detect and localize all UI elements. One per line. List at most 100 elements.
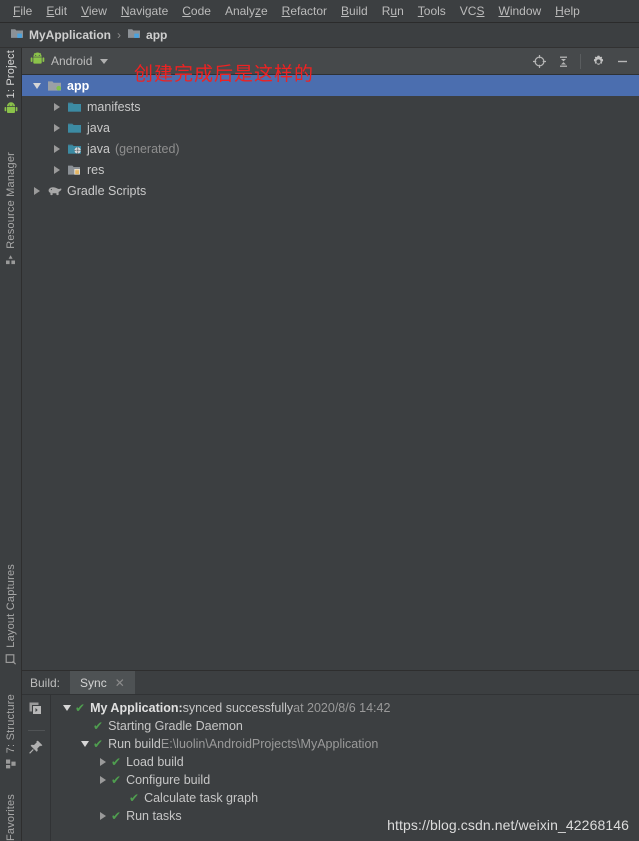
breadcrumb-module-label: app	[146, 28, 168, 42]
chevron-right-icon[interactable]	[48, 123, 66, 132]
build-tab-bar: Build: Sync ✕	[22, 671, 639, 695]
chevron-down-icon[interactable]	[77, 741, 93, 747]
build-row[interactable]: ✔ Load build	[51, 753, 639, 771]
menu-item-build[interactable]: Build	[334, 2, 375, 21]
sidebar-item-project-label: 1: Project	[5, 50, 17, 99]
generated-folder-icon	[66, 142, 83, 156]
tree-row-manifests[interactable]: manifests	[22, 96, 639, 117]
chevron-right-icon[interactable]	[95, 776, 111, 784]
project-tree: app manifests java java (generated) res Gradle…	[22, 75, 639, 201]
build-row[interactable]: ✔ Run build E:\luolin\AndroidProjects\MyA…	[51, 735, 639, 753]
locate-icon[interactable]	[528, 51, 550, 73]
build-row-detail: E:\luolin\AndroidProjects\MyApplication	[160, 737, 379, 751]
chevron-down-icon[interactable]	[100, 58, 109, 64]
sidebar-item-resource-manager[interactable]: Resource Manager	[0, 152, 22, 271]
build-panel-title: Build:	[30, 675, 61, 690]
success-check-icon: ✔	[93, 737, 104, 751]
menu-item-tools[interactable]: Tools	[411, 2, 453, 21]
build-gutter	[22, 695, 51, 841]
menu-item-file[interactable]: File	[6, 2, 39, 21]
project-tool-window: Android app manifests java java (generat…	[22, 48, 639, 670]
menu-item-refactor[interactable]: Refactor	[275, 2, 334, 21]
breadcrumb: MyApplication › app	[0, 23, 639, 48]
tab-sync-label: Sync	[80, 675, 107, 690]
hide-panel-icon[interactable]	[611, 51, 633, 73]
resource-manager-icon	[5, 253, 17, 271]
tree-row-gradle-scripts[interactable]: Gradle Scripts	[22, 180, 639, 201]
android-studio-window: File Edit View Navigate Code Analyze Refactor B…	[0, 0, 639, 841]
layout-captures-icon	[5, 652, 17, 670]
close-icon[interactable]: ✕	[115, 676, 125, 690]
build-row-text: Starting Gradle Daemon	[108, 719, 243, 733]
chevron-right-icon[interactable]	[95, 758, 111, 766]
tree-row-java[interactable]: java	[22, 117, 639, 138]
menu-item-analyze[interactable]: Analyze	[218, 2, 275, 21]
build-row-detail: at 2020/8/6 14:42	[293, 701, 391, 715]
gradle-elephant-icon	[46, 184, 63, 198]
collapse-all-icon[interactable]	[552, 51, 574, 73]
build-row[interactable]: ✔ My Application: synced successfully at …	[51, 699, 639, 717]
build-tool-window: Build: Sync ✕ ✔ My Application: synced s…	[22, 670, 639, 841]
settings-gear-icon[interactable]	[587, 51, 609, 73]
breadcrumb-project[interactable]: MyApplication	[10, 27, 111, 43]
menu-item-edit[interactable]: Edit	[39, 2, 74, 21]
menu-bar: File Edit View Navigate Code Analyze Refactor B…	[0, 0, 639, 23]
build-row[interactable]: ✔ Starting Gradle Daemon	[51, 717, 639, 735]
build-row[interactable]: ✔ Calculate task graph	[51, 789, 639, 807]
tree-row-res[interactable]: res	[22, 159, 639, 180]
menu-item-view[interactable]: View	[74, 2, 114, 21]
sidebar-item-resource-manager-label: Resource Manager	[5, 152, 17, 249]
project-view-selector-label[interactable]: Android	[51, 54, 92, 68]
android-robot-icon	[30, 52, 45, 71]
tree-row-suffix: (generated)	[114, 141, 180, 156]
chevron-right-icon[interactable]	[48, 144, 66, 153]
build-row-text: Run build	[108, 737, 161, 751]
tree-row-label: java	[87, 120, 110, 135]
pin-icon[interactable]	[28, 739, 44, 760]
gutter-divider	[27, 730, 45, 731]
build-row-text: Run tasks	[126, 809, 182, 823]
menu-item-vcs[interactable]: VCS	[453, 2, 492, 21]
success-check-icon: ✔	[75, 701, 86, 715]
menu-item-run[interactable]: Run	[375, 2, 411, 21]
module-folder-icon	[10, 27, 24, 43]
menu-item-navigate[interactable]: Navigate	[114, 2, 175, 21]
menu-item-code[interactable]: Code	[175, 2, 218, 21]
structure-icon	[5, 757, 17, 775]
left-tool-strip: 1: Project Resource Manager Layout Captu…	[0, 48, 22, 841]
sidebar-item-favorites[interactable]: 2: Favorites	[0, 794, 22, 841]
sidebar-item-project[interactable]: 1: Project	[0, 50, 22, 120]
sidebar-item-structure[interactable]: 7: Structure	[0, 694, 22, 775]
res-folder-icon	[66, 163, 83, 177]
tree-row-label: java	[87, 141, 110, 156]
tree-row-app[interactable]: app	[22, 75, 639, 96]
tree-row-label: app	[67, 78, 90, 93]
build-row-text: Load build	[126, 755, 184, 769]
menu-item-help[interactable]: Help	[548, 2, 587, 21]
android-robot-icon	[4, 102, 18, 120]
sidebar-item-layout-captures[interactable]: Layout Captures	[0, 564, 22, 670]
tree-row-java-generated[interactable]: java (generated)	[22, 138, 639, 159]
watermark-url: https://blog.csdn.net/weixin_42268146	[387, 817, 629, 833]
chevron-down-icon[interactable]	[28, 82, 46, 89]
breadcrumb-module[interactable]: app	[127, 27, 167, 43]
chevron-down-icon[interactable]	[59, 705, 75, 711]
chevron-right-icon[interactable]	[28, 186, 46, 195]
build-row[interactable]: ✔ Configure build	[51, 771, 639, 789]
build-row-title: My Application:	[90, 701, 183, 715]
module-folder-icon	[46, 79, 63, 93]
project-panel-actions	[528, 48, 633, 75]
chevron-right-icon[interactable]	[48, 102, 66, 111]
chevron-right-icon[interactable]	[48, 165, 66, 174]
expand-restore-icon[interactable]	[28, 701, 44, 722]
module-folder-icon	[127, 27, 141, 43]
tab-sync[interactable]: Sync ✕	[70, 671, 135, 694]
chevron-right-icon[interactable]	[95, 812, 111, 820]
breadcrumb-project-label: MyApplication	[29, 28, 112, 42]
success-check-icon: ✔	[111, 755, 122, 769]
project-panel-header: Android	[22, 48, 639, 75]
build-row-text: Configure build	[126, 773, 211, 787]
folder-icon	[66, 100, 83, 114]
build-row-text: Calculate task graph	[144, 791, 259, 805]
menu-item-window[interactable]: Window	[491, 2, 548, 21]
